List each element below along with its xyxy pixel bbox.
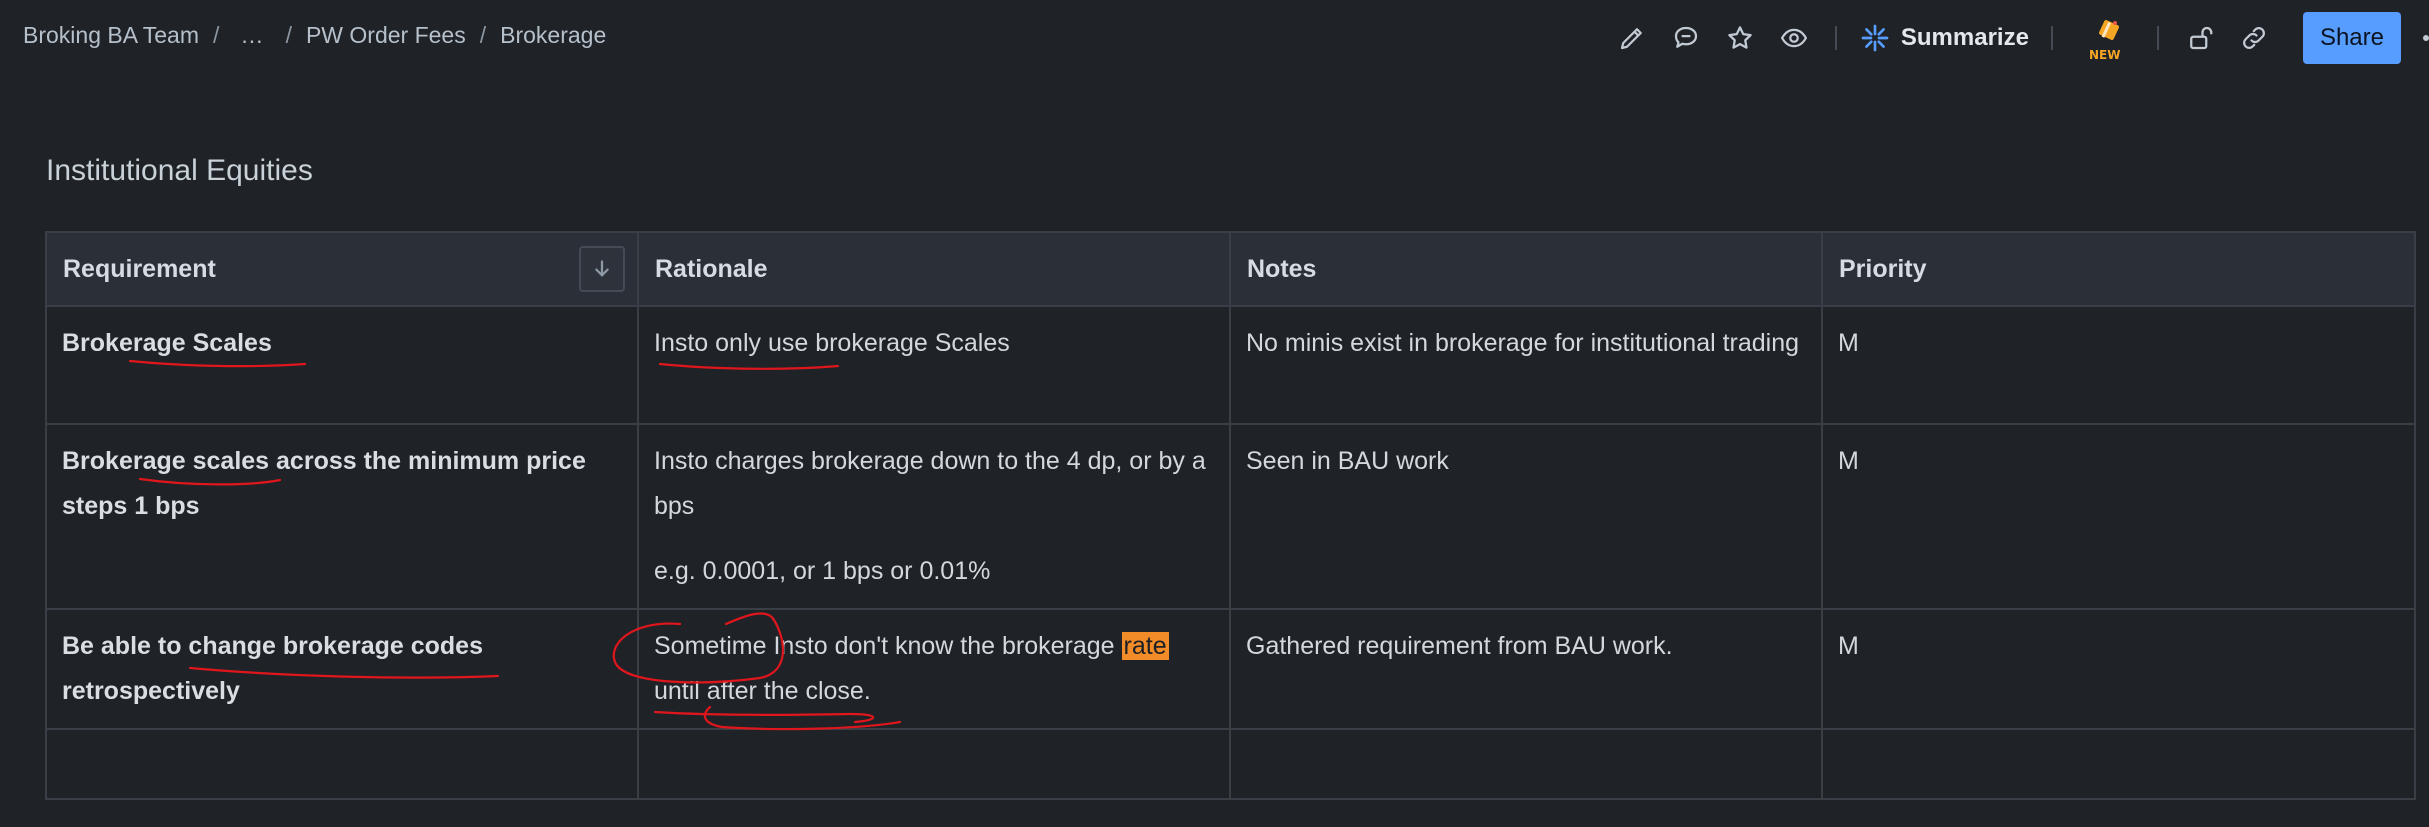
breadcrumb-separator: / [213,22,220,48]
share-button[interactable]: Share [2302,12,2401,64]
ai-sparkle-icon [1861,24,1889,52]
requirements-table: Requirement Rationale Notes Priority Bro… [45,231,2416,800]
rationale-text: Insto only use brokerage Scales [654,329,1010,357]
priority-cell[interactable]: M [1821,608,2416,730]
page-actions: Summarize NEW Share [1605,12,2429,64]
rationale-text-part: until after the close. [654,677,871,705]
rationale-example: e.g. 0.0001, or 1 bps or 0.01% [654,557,991,585]
rationale-cell[interactable]: Sometime Insto don't know the brokerage … [637,608,1231,730]
priority-cell[interactable]: M [1821,423,2416,610]
section-heading: Institutional Equities [46,154,313,187]
rationale-cell[interactable]: Insto only use brokerage Scales [637,305,1231,425]
breadcrumb-item-parent[interactable]: PW Order Fees [306,22,466,49]
toolbar-divider [1834,26,1837,50]
new-feature-badge[interactable]: NEW [2079,12,2131,64]
column-header-label: Notes [1247,254,1317,283]
arrow-down-icon [595,260,609,277]
rationale-text-part: Sometime Insto don't know the brokerage [654,632,1122,660]
unlock-icon [2190,26,2213,50]
summarize-button[interactable]: Summarize [1851,22,2037,54]
watch-button[interactable] [1773,17,1815,59]
new-badge-label: NEW [2088,48,2121,62]
more-actions-icon[interactable] [2423,35,2429,41]
table-row: Brokerage Scales Insto only use brokerag… [45,305,2416,425]
column-header-label: Priority [1839,254,1927,283]
toolbar-divider [2156,26,2159,50]
empty-cell[interactable] [1821,728,2416,800]
column-header-requirement[interactable]: Requirement [45,231,639,307]
column-header-priority[interactable]: Priority [1821,231,2416,307]
highlighted-text: rate [1121,632,1169,660]
breadcrumb: Broking BA Team / ... / PW Order Fees / … [23,22,606,49]
empty-cell[interactable] [45,728,639,800]
rationale-cell[interactable]: Insto charges brokerage down to the 4 dp… [637,423,1231,610]
copy-link-button[interactable] [2233,17,2275,59]
comment-button[interactable] [1665,17,1707,59]
star-button[interactable] [1719,17,1761,59]
table-row: Brokerage scales across the minimum pric… [45,423,2416,610]
toolbar-divider [2050,26,2053,50]
table-row-empty [45,728,2416,800]
notes-cell[interactable]: Gathered requirement from BAU work. [1229,608,1823,730]
priority-cell[interactable]: M [1821,305,2416,425]
sort-button[interactable] [579,246,625,292]
requirement-cell[interactable]: Brokerage scales across the minimum pric… [45,423,639,610]
eye-icon [1780,28,1808,48]
requirement-cell[interactable]: Brokerage Scales [45,305,639,425]
requirement-cell[interactable]: Be able to change brokerage codes retros… [45,608,639,730]
pencil-icon [1620,28,1642,50]
star-icon [1728,26,1752,49]
breadcrumb-item-ellipsis[interactable]: ... [233,22,271,49]
top-bar: Broking BA Team / ... / PW Order Fees / … [0,0,2429,76]
breadcrumb-separator: / [479,22,487,48]
notes-cell[interactable]: Seen in BAU work [1229,423,1823,610]
rationale-text: Sometime Insto don't know the brokerage … [654,624,1214,714]
column-header-label: Rationale [655,254,768,283]
breadcrumb-item-space[interactable]: Broking BA Team [23,22,199,49]
edit-button[interactable] [1611,17,1653,59]
empty-cell[interactable] [1229,728,1823,800]
empty-cell[interactable] [637,728,1231,800]
notes-cell[interactable]: No minis exist in brokerage for institut… [1229,305,1823,425]
breadcrumb-item-current[interactable]: Brokerage [500,22,606,49]
restrictions-button[interactable] [2179,17,2221,59]
summarize-label: Summarize [1900,24,2029,51]
column-header-rationale[interactable]: Rationale [637,231,1231,307]
column-header-label: Requirement [63,254,216,283]
comment-icon [1674,26,1698,48]
breadcrumb-separator: / [285,22,292,48]
column-header-notes[interactable]: Notes [1229,231,1823,307]
rationale-text: Insto charges brokerage down to the 4 dp… [654,447,1206,520]
table-row: Be able to change brokerage codes retros… [45,608,2416,730]
table-header-row: Requirement Rationale Notes Priority [45,231,2416,307]
link-icon [2243,27,2265,49]
